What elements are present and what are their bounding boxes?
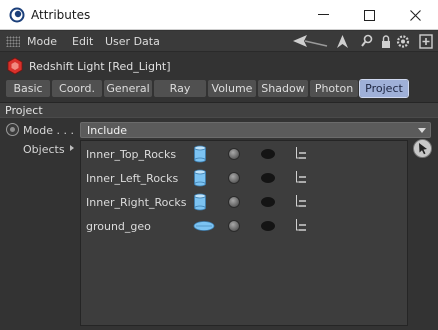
up-arrow-icon[interactable] bbox=[336, 34, 349, 49]
tab-project[interactable]: Project bbox=[359, 79, 409, 98]
render-toggle-icon[interactable] bbox=[228, 220, 240, 232]
render-toggle-icon[interactable] bbox=[228, 148, 240, 160]
object-title: Redshift Light [Red_Light] bbox=[29, 60, 171, 73]
tab-photon[interactable]: Photon bbox=[310, 80, 358, 97]
tab-bar: Basic Coord. General Ray Volume Shadow P… bbox=[6, 79, 409, 98]
mode-animate-radio[interactable] bbox=[6, 123, 19, 136]
visibility-toggle-icon[interactable] bbox=[261, 221, 275, 231]
mode-dropdown-value: Include bbox=[87, 124, 128, 137]
tab-volume[interactable]: Volume bbox=[208, 80, 256, 97]
title-bar: Attributes bbox=[0, 0, 438, 30]
list-item[interactable]: Inner_Right_Rocks bbox=[81, 190, 407, 214]
close-button[interactable] bbox=[392, 0, 438, 30]
minimize-icon bbox=[317, 14, 329, 15]
visibility-toggle-icon[interactable] bbox=[261, 149, 275, 159]
objects-label: Objects bbox=[23, 143, 65, 156]
object-header: Redshift Light [Red_Light] bbox=[0, 53, 438, 79]
list-item[interactable]: Inner_Top_Rocks bbox=[81, 142, 407, 166]
tab-general[interactable]: General bbox=[104, 80, 152, 97]
menu-edit[interactable]: Edit bbox=[72, 35, 93, 48]
new-panel-icon[interactable] bbox=[419, 34, 433, 49]
maximize-button[interactable] bbox=[346, 0, 392, 30]
object-name: Inner_Right_Rocks bbox=[86, 196, 187, 209]
pick-object-button[interactable] bbox=[413, 139, 432, 158]
menu-mode[interactable]: Mode bbox=[27, 35, 57, 48]
lock-icon[interactable] bbox=[381, 34, 391, 49]
visibility-toggle-icon[interactable] bbox=[261, 173, 275, 183]
close-icon bbox=[409, 9, 421, 21]
cylinder-icon bbox=[194, 169, 206, 187]
search-icon[interactable] bbox=[361, 34, 373, 49]
disc-icon bbox=[193, 221, 215, 231]
expand-triangle-icon[interactable] bbox=[70, 145, 74, 151]
tab-coord[interactable]: Coord. bbox=[52, 80, 102, 97]
render-toggle-icon[interactable] bbox=[228, 196, 240, 208]
tab-ray[interactable]: Ray bbox=[154, 80, 206, 97]
objects-list[interactable]: Inner_Top_Rocks Inner_Left_Rocks Inner_R… bbox=[80, 140, 408, 326]
list-item[interactable]: ground_geo bbox=[81, 214, 407, 238]
visibility-toggle-icon[interactable] bbox=[261, 197, 275, 207]
redshift-light-icon bbox=[7, 57, 23, 75]
hierarchy-icon[interactable] bbox=[295, 171, 307, 185]
back-arrow-icon[interactable] bbox=[291, 34, 329, 49]
chevron-down-icon bbox=[418, 128, 426, 133]
maximize-icon bbox=[363, 9, 375, 21]
object-name: Inner_Left_Rocks bbox=[86, 172, 179, 185]
tab-shadow[interactable]: Shadow bbox=[258, 80, 308, 97]
menu-bar: Mode Edit User Data bbox=[0, 31, 438, 52]
pointer-arrow-icon bbox=[419, 143, 427, 155]
grip-handle-icon[interactable] bbox=[6, 36, 20, 47]
cylinder-icon bbox=[194, 145, 206, 163]
section-header: Project bbox=[0, 102, 438, 118]
cylinder-icon bbox=[194, 193, 206, 211]
hierarchy-icon[interactable] bbox=[295, 219, 307, 233]
tab-basic[interactable]: Basic bbox=[6, 80, 50, 97]
hierarchy-icon[interactable] bbox=[295, 195, 307, 209]
list-item[interactable]: Inner_Left_Rocks bbox=[81, 166, 407, 190]
mode-dropdown[interactable]: Include bbox=[80, 122, 431, 138]
hierarchy-icon[interactable] bbox=[295, 147, 307, 161]
minimize-button[interactable] bbox=[300, 0, 346, 30]
object-name: Inner_Top_Rocks bbox=[86, 148, 177, 161]
cinema4d-logo-icon bbox=[9, 7, 25, 23]
menu-user-data[interactable]: User Data bbox=[105, 35, 160, 48]
settings-icon[interactable] bbox=[396, 34, 410, 49]
mode-label: Mode . . . bbox=[23, 124, 74, 137]
object-name: ground_geo bbox=[86, 220, 151, 233]
window-title: Attributes bbox=[31, 8, 91, 22]
render-toggle-icon[interactable] bbox=[228, 172, 240, 184]
section-title: Project bbox=[5, 104, 43, 117]
